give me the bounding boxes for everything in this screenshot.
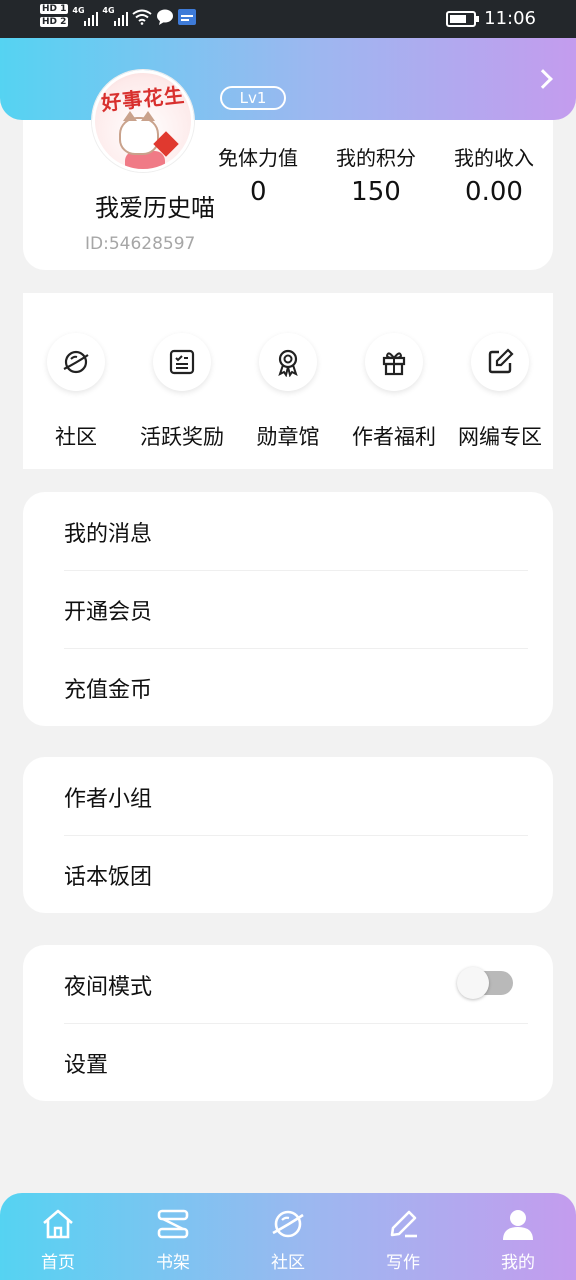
stat-income[interactable]: 我的收入 0.00	[448, 142, 540, 207]
signal-icon: 4G	[72, 6, 99, 26]
bottom-nav: 首页 书架 社区 写作 我的	[0, 1193, 576, 1280]
quick-action-community[interactable]: 社区	[23, 333, 129, 451]
pen-icon	[363, 1205, 443, 1243]
quick-action-label: 社区	[55, 425, 97, 449]
nav-label: 我的	[501, 1253, 535, 1273]
hd-badges: HD 1 HD 2	[40, 4, 69, 30]
menu-group-social: 作者小组 话本饭团	[23, 757, 553, 913]
menu-item-messages[interactable]: 我的消息	[23, 492, 553, 570]
hd-badge-1: HD 1	[40, 4, 69, 14]
stat-value: 0	[250, 177, 267, 207]
avatar[interactable]: 好事花生	[92, 70, 194, 172]
avatar-cat	[119, 111, 159, 155]
battery-icon	[446, 10, 480, 27]
chevron-right-icon[interactable]	[533, 69, 553, 89]
menu-item-recharge[interactable]: 充值金币	[23, 648, 553, 726]
nav-label: 书架	[156, 1253, 190, 1273]
status-bar: HD 1 HD 2 4G 4G 11:06	[0, 0, 576, 38]
app-badge-icon	[178, 9, 197, 25]
menu-item-night-mode[interactable]: 夜间模式	[23, 945, 553, 1023]
quick-action-label: 网编专区	[458, 425, 542, 449]
username: 我爱历史喵	[95, 194, 215, 222]
menu-item-label: 开通会员	[64, 600, 153, 625]
menu-item-label: 充值金币	[64, 678, 153, 703]
level-badge: Lv1	[220, 86, 286, 110]
gift-icon	[365, 333, 423, 391]
wifi-icon	[132, 9, 153, 25]
nav-home[interactable]: 首页	[18, 1205, 98, 1273]
quick-action-label: 勋章馆	[256, 425, 320, 449]
medal-icon	[259, 333, 317, 391]
menu-item-label: 夜间模式	[64, 975, 153, 1000]
signal-icon-2: 4G	[102, 6, 129, 26]
stat-label: 我的积分	[336, 146, 416, 170]
nav-mine[interactable]: 我的	[478, 1205, 558, 1273]
network-type: 4G	[72, 6, 85, 15]
menu-item-label: 设置	[64, 1053, 109, 1078]
stat-value: 0.00	[465, 177, 523, 207]
menu-item-fan-club[interactable]: 话本饭团	[23, 835, 553, 913]
quick-action-author-benefits[interactable]: 作者福利	[341, 333, 447, 451]
quick-actions: 社区 活跃奖励 勋章馆 作者福利 网编专区	[23, 293, 553, 469]
nav-label: 首页	[41, 1253, 75, 1273]
quick-action-label: 作者福利	[352, 425, 436, 449]
edit-icon	[471, 333, 529, 391]
planet-icon	[248, 1205, 328, 1243]
nav-label: 社区	[271, 1253, 305, 1273]
user-icon	[478, 1205, 558, 1243]
nav-write[interactable]: 写作	[363, 1205, 443, 1273]
home-icon	[18, 1205, 98, 1243]
stat-stamina[interactable]: 免体力值 0	[212, 142, 304, 207]
toggle-knob	[457, 967, 489, 999]
user-id: ID:54628597	[85, 234, 196, 254]
nav-label: 写作	[386, 1253, 420, 1273]
clock: 11:06	[484, 8, 536, 29]
status-left: HD 1 HD 2 4G 4G	[40, 4, 197, 30]
stat-value: 150	[351, 177, 401, 207]
menu-item-label: 我的消息	[64, 522, 153, 547]
menu-item-membership[interactable]: 开通会员	[23, 570, 553, 648]
quick-action-medals[interactable]: 勋章馆	[235, 333, 341, 451]
menu-group-settings: 夜间模式 设置	[23, 945, 553, 1101]
nav-bookshelf[interactable]: 书架	[133, 1205, 213, 1273]
stat-label: 免体力值	[218, 146, 298, 170]
menu-group-account: 我的消息 开通会员 充值金币	[23, 492, 553, 726]
network-type-2: 4G	[102, 6, 115, 15]
nav-community[interactable]: 社区	[248, 1205, 328, 1273]
stat-points[interactable]: 我的积分 150	[330, 142, 422, 207]
stat-label: 我的收入	[454, 146, 534, 170]
quick-action-editor-zone[interactable]: 网编专区	[447, 333, 553, 451]
menu-item-settings[interactable]: 设置	[23, 1023, 553, 1101]
profile-header	[0, 38, 576, 120]
menu-item-label: 话本饭团	[64, 865, 153, 890]
hd-badge-2: HD 2	[40, 17, 69, 27]
planet-icon	[47, 333, 105, 391]
quick-action-active-reward[interactable]: 活跃奖励	[129, 333, 235, 451]
checklist-icon	[153, 333, 211, 391]
quick-action-label: 活跃奖励	[140, 425, 224, 449]
chat-bubble-icon	[157, 9, 174, 25]
bookshelf-icon	[133, 1205, 213, 1243]
night-mode-toggle[interactable]	[457, 967, 513, 999]
menu-item-label: 作者小组	[64, 787, 153, 812]
status-right: 11:06	[446, 8, 536, 29]
menu-item-author-group[interactable]: 作者小组	[23, 757, 553, 835]
